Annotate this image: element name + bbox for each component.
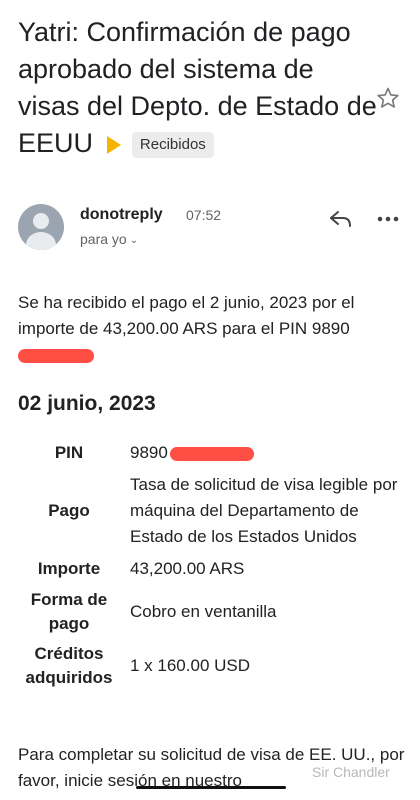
payment-details-table: PIN 9890 Pago Tasa de solicitud de visa …	[18, 440, 398, 696]
detail-row-pago: Pago Tasa de solicitud de visa legible p…	[18, 472, 398, 550]
sent-time: 07:52	[186, 207, 222, 223]
detail-key: PIN	[54, 443, 84, 462]
detail-key: Forma de pago	[30, 590, 108, 633]
reply-icon[interactable]	[328, 208, 354, 230]
importance-marker-icon[interactable]	[107, 135, 122, 154]
avatar-head	[33, 213, 49, 229]
detail-key: Pago	[48, 501, 90, 520]
detail-value: 1 x 160.00 USD	[130, 656, 251, 675]
email-subject-block: Yatri: Confirmación de pago aprobado del…	[18, 14, 378, 162]
recipient-text: para yo	[80, 231, 127, 247]
sender-name[interactable]: donotreply	[80, 206, 163, 224]
detail-value: 43,200.00 ARS	[130, 559, 245, 578]
detail-value: 9890	[124, 440, 398, 466]
redaction-mark	[18, 348, 94, 363]
detail-key: Créditos adquiridos	[25, 644, 113, 687]
chevron-down-icon: ⌄	[129, 235, 139, 246]
pin-value: 9890	[130, 443, 168, 462]
star-icon[interactable]	[376, 86, 400, 110]
detail-row-pin: PIN 9890	[18, 440, 398, 466]
payment-intro-paragraph: Se ha recibido el pago el 2 junio, 2023 …	[18, 290, 398, 368]
detail-key: Importe	[37, 559, 101, 578]
watermark: Sir Chandler	[312, 764, 390, 780]
intro-text: Se ha recibido el pago el 2 junio, 2023 …	[18, 293, 355, 338]
detail-value: Cobro en ventanilla	[130, 602, 277, 621]
more-options-icon[interactable]	[376, 208, 400, 230]
avatar[interactable]	[18, 204, 64, 250]
redaction-mark	[169, 446, 254, 461]
payment-date-heading: 02 junio, 2023	[18, 392, 156, 415]
sender-row: donotreply 07:52 para yo ⌄	[18, 204, 408, 254]
avatar-body	[26, 232, 56, 250]
inbox-label-chip[interactable]: Recibidos	[131, 131, 214, 158]
detail-row-creditos: Créditos adquiridos 1 x 160.00 USD	[18, 642, 398, 690]
recipient-details-toggle[interactable]: para yo ⌄	[80, 231, 138, 247]
detail-row-importe: Importe 43,200.00 ARS	[18, 556, 398, 582]
overlay-scribble	[136, 786, 286, 789]
detail-value: Tasa de solicitud de visa legible por má…	[130, 475, 398, 546]
detail-row-forma-de-pago: Forma de pago Cobro en ventanilla	[18, 588, 398, 636]
